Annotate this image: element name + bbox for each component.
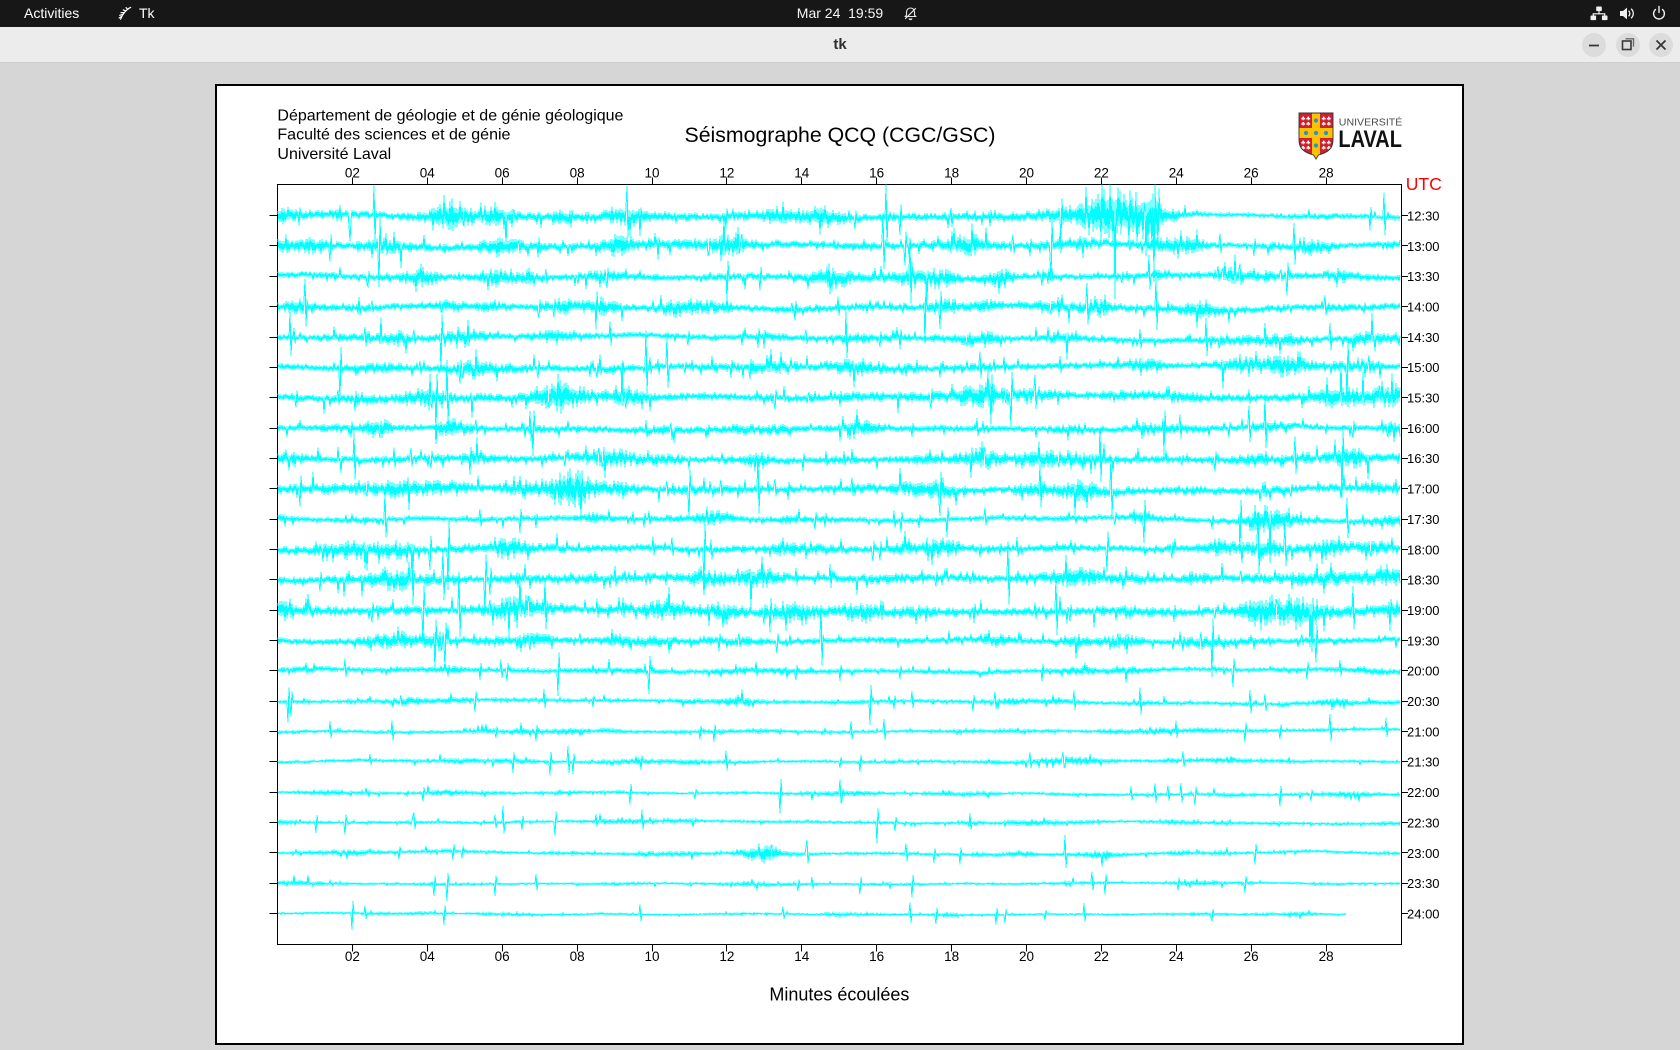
svg-text:22: 22 (1094, 166, 1109, 181)
svg-text:04: 04 (420, 949, 436, 964)
svg-text:14:30: 14:30 (1407, 330, 1440, 345)
svg-text:28: 28 (1319, 949, 1334, 964)
svg-text:19:30: 19:30 (1407, 633, 1440, 648)
svg-text:14: 14 (794, 166, 810, 181)
svg-text:13:30: 13:30 (1407, 269, 1440, 284)
svg-text:06: 06 (495, 949, 510, 964)
svg-text:08: 08 (570, 949, 585, 964)
svg-text:Université Laval: Université Laval (277, 146, 391, 163)
svg-text:16: 16 (869, 949, 884, 964)
svg-text:15:00: 15:00 (1407, 360, 1440, 375)
svg-text:22: 22 (1094, 949, 1109, 964)
svg-text:20:30: 20:30 (1407, 694, 1440, 709)
svg-text:26: 26 (1244, 949, 1259, 964)
svg-text:21:30: 21:30 (1407, 755, 1440, 770)
svg-text:10: 10 (644, 166, 659, 181)
svg-text:22:00: 22:00 (1407, 785, 1440, 800)
svg-text:08: 08 (570, 166, 585, 181)
svg-text:16: 16 (869, 166, 884, 181)
svg-text:14: 14 (794, 949, 810, 964)
svg-text:24: 24 (1169, 166, 1185, 181)
svg-text:20: 20 (1019, 166, 1034, 181)
svg-text:18:00: 18:00 (1407, 542, 1440, 557)
svg-text:LAVAL: LAVAL (1338, 126, 1402, 153)
svg-text:24:00: 24:00 (1407, 907, 1440, 922)
svg-text:26: 26 (1244, 166, 1259, 181)
svg-text:19:00: 19:00 (1407, 603, 1440, 618)
svg-text:06: 06 (495, 166, 510, 181)
svg-text:Département de géologie et de: Département de géologie et de génie géol… (277, 108, 623, 125)
svg-text:10: 10 (644, 949, 659, 964)
svg-text:20:00: 20:00 (1407, 664, 1440, 679)
svg-text:13:00: 13:00 (1407, 239, 1440, 254)
svg-text:Séismographe QCQ (CGC/GSC): Séismographe QCQ (CGC/GSC) (685, 124, 996, 147)
svg-text:15:30: 15:30 (1407, 391, 1440, 406)
svg-text:17:00: 17:00 (1407, 482, 1440, 497)
svg-text:16:00: 16:00 (1407, 421, 1440, 436)
svg-text:23:30: 23:30 (1407, 876, 1440, 891)
svg-text:02: 02 (345, 949, 360, 964)
svg-text:Minutes écoulées: Minutes écoulées (769, 985, 909, 1005)
svg-text:Faculté des sciences et de gén: Faculté des sciences et de génie (277, 127, 510, 144)
svg-text:24: 24 (1169, 949, 1185, 964)
svg-text:28: 28 (1319, 166, 1334, 181)
svg-text:18: 18 (944, 166, 959, 181)
svg-text:18: 18 (944, 949, 959, 964)
svg-text:17:30: 17:30 (1407, 512, 1440, 527)
svg-text:21:00: 21:00 (1407, 724, 1440, 739)
svg-text:12:30: 12:30 (1407, 208, 1440, 223)
svg-text:23:00: 23:00 (1407, 846, 1440, 861)
svg-text:UTC: UTC (1406, 174, 1442, 194)
svg-text:22:30: 22:30 (1407, 815, 1440, 830)
svg-text:20: 20 (1019, 949, 1034, 964)
svg-text:14:00: 14:00 (1407, 299, 1440, 314)
svg-text:18:30: 18:30 (1407, 573, 1440, 588)
svg-text:12: 12 (719, 166, 734, 181)
svg-text:04: 04 (420, 166, 436, 181)
svg-text:02: 02 (345, 166, 360, 181)
svg-text:16:30: 16:30 (1407, 451, 1440, 466)
svg-text:12: 12 (719, 949, 734, 964)
